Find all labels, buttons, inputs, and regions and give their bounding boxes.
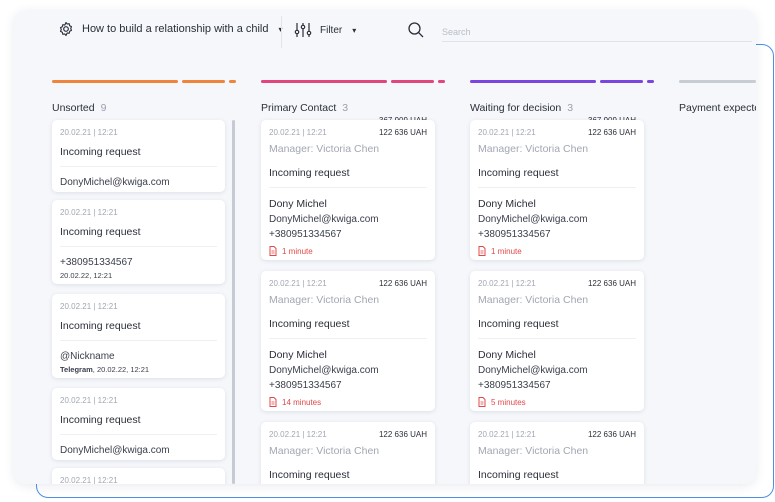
column-primary-contact: Primary Contact3 367 909 UAH (261, 80, 445, 125)
card-title: Incoming request (60, 320, 217, 341)
deal-card[interactable]: 20.02.21 | 12:21 122 636 UAH Manager: Vic… (261, 120, 435, 260)
card-date: 20.02.21 | 12:21 (269, 430, 327, 439)
column-title[interactable]: Payment expecte (679, 102, 756, 114)
card-date: 20.02.21 | 12:21 (478, 279, 536, 288)
column-title[interactable]: Primary Contact 3 (261, 102, 348, 114)
card-phone: +380951334567 (269, 229, 342, 240)
search-input[interactable] (442, 22, 752, 42)
card-title: Incoming request (60, 146, 217, 167)
deal-card[interactable]: 20.02.21 | 12:21 122 636 UAH Manager: Vic… (470, 271, 644, 411)
column-color-bar (679, 80, 756, 83)
card-title: Incoming request (269, 167, 427, 188)
filter-button[interactable]: Filter ▾ (294, 21, 356, 39)
column-title[interactable]: Unsorted 9 (52, 102, 106, 114)
card-title: Incoming request (269, 469, 427, 484)
deal-card[interactable]: 20.02.21 | 12:21 Incoming request @Nickn… (52, 294, 225, 378)
deal-card[interactable]: 20.02.21 | 12:21 122 636 UAH Manager: Vic… (470, 120, 644, 260)
column-count: 9 (100, 102, 107, 114)
card-email: DonyMichel@kwiga.com (478, 365, 588, 376)
card-date: 20.02.21 | 12:21 (269, 128, 327, 137)
card-timer: 5 minutes (478, 397, 636, 407)
card-date: 20.02.21 | 12:21 (60, 302, 118, 311)
pipeline-name: How to build a relationship with a child (82, 23, 269, 35)
deal-card[interactable]: 20.02.21 | 12:21 Incoming request +38095… (52, 200, 225, 284)
card-contact-name: Dony Michel (478, 198, 536, 210)
toolbar-divider (281, 16, 282, 48)
card-email: DonyMichel@kwiga.com (269, 365, 379, 376)
pipeline-selector[interactable]: How to build a relationship with a child… (58, 21, 283, 37)
card-phone: +380951334567 (478, 380, 551, 391)
card-email: DonyMichel@kwiga.com (60, 177, 170, 188)
column-payment-expected: Payment expecte (679, 80, 756, 140)
card-date: 20.02.21 | 12:21 (60, 128, 118, 137)
search-icon[interactable] (407, 21, 425, 39)
card-contact-name: Dony Michel (269, 198, 327, 210)
card-email: DonyMichel@kwiga.com (478, 214, 588, 225)
card-email: DonyMichel@kwiga.com (269, 214, 379, 225)
card-manager: Manager: Victoria Chen (478, 445, 589, 457)
gear-icon (59, 21, 73, 37)
document-icon (269, 397, 277, 407)
card-date: 20.02.21 | 12:21 (60, 208, 118, 217)
card-phone: +380951334567 (478, 229, 551, 240)
deal-card[interactable]: 20.02.21 | 12:21 122 636 UAH Manager: Vic… (261, 271, 435, 411)
card-date: 20.02.21 | 12:21 (60, 476, 118, 484)
card-title: Incoming request (60, 226, 217, 247)
toolbar: How to build a relationship with a child… (14, 10, 756, 54)
document-icon (478, 397, 486, 407)
card-email: DonyMichel@kwiga.com (60, 445, 170, 456)
card-amount: 122 636 UAH (378, 279, 427, 288)
chevron-down-icon: ▾ (352, 25, 357, 35)
card-title: Incoming request (478, 318, 636, 339)
card-phone: +380951334567 (60, 257, 133, 268)
card-amount: 122 636 UAH (378, 128, 427, 137)
card-manager: Manager: Victoria Chen (478, 294, 589, 306)
card-date: 20.02.21 | 12:21 (269, 279, 327, 288)
card-date: 20.02.21 | 12:21 (60, 396, 118, 405)
card-manager: Manager: Victoria Chen (269, 143, 380, 155)
card-nickname: @Nickname (60, 351, 115, 362)
column-color-bar (261, 80, 445, 83)
card-timer: 1 minute (269, 246, 427, 256)
filter-label: Filter (320, 24, 343, 36)
card-title: Incoming request (60, 414, 217, 435)
card-amount: 122 636 UAH (587, 430, 636, 439)
card-timestamp: 20.02.22, 12:21 (60, 271, 113, 280)
document-icon (269, 246, 277, 256)
column-color-bar (52, 80, 236, 83)
card-date: 20.02.21 | 12:21 (478, 128, 536, 137)
card-amount: 122 636 UAH (378, 430, 427, 439)
card-amount: 122 636 UAH (587, 279, 636, 288)
card-manager: Manager: Victoria Chen (269, 445, 380, 457)
column-color-bar (470, 80, 654, 83)
card-amount: 122 636 UAH (587, 128, 636, 137)
deal-card[interactable]: 20.02.21 | 12:21 Incoming request DonyMi… (52, 120, 225, 192)
deal-card[interactable]: 20.02.21 | 12:21 122 636 UAH Manager: Vic… (470, 422, 644, 484)
column-count: 3 (567, 102, 574, 114)
filter-sliders-icon (294, 23, 312, 37)
card-phone: +380951334567 (269, 380, 342, 391)
card-manager: Manager: Victoria Chen (478, 143, 589, 155)
card-title: Incoming request (269, 318, 427, 339)
column-count: 3 (342, 102, 349, 114)
card-source: Telegram, 20.02.22, 12:21 (60, 365, 150, 374)
card-title: Incoming request (478, 167, 636, 188)
card-timer: 14 minutes (269, 397, 427, 407)
document-icon (478, 246, 486, 256)
column-title[interactable]: Waiting for decision 3 (470, 102, 573, 114)
card-title: Incoming request (478, 469, 636, 484)
card-manager: Manager: Victoria Chen (269, 294, 380, 306)
card-contact-name: Dony Michel (478, 349, 536, 361)
column-scrollbar[interactable] (232, 120, 235, 484)
deal-card[interactable]: 20.02.21 | 12:21 122 636 UAH Manager: Vic… (261, 422, 435, 484)
card-date: 20.02.21 | 12:21 (478, 430, 536, 439)
column-waiting-for-decision: Waiting for decision3 367 909 UAH (470, 80, 654, 125)
deal-card[interactable]: 20.02.21 | 12:21 Incoming request DonyMi… (52, 388, 225, 460)
column-unsorted: Unsorted 9 (52, 80, 236, 114)
card-timer: 1 minute (478, 246, 636, 256)
kanban-board: How to build a relationship with a child… (14, 10, 756, 484)
deal-card[interactable]: 20.02.21 | 12:21 (52, 468, 225, 484)
card-contact-name: Dony Michel (269, 349, 327, 361)
